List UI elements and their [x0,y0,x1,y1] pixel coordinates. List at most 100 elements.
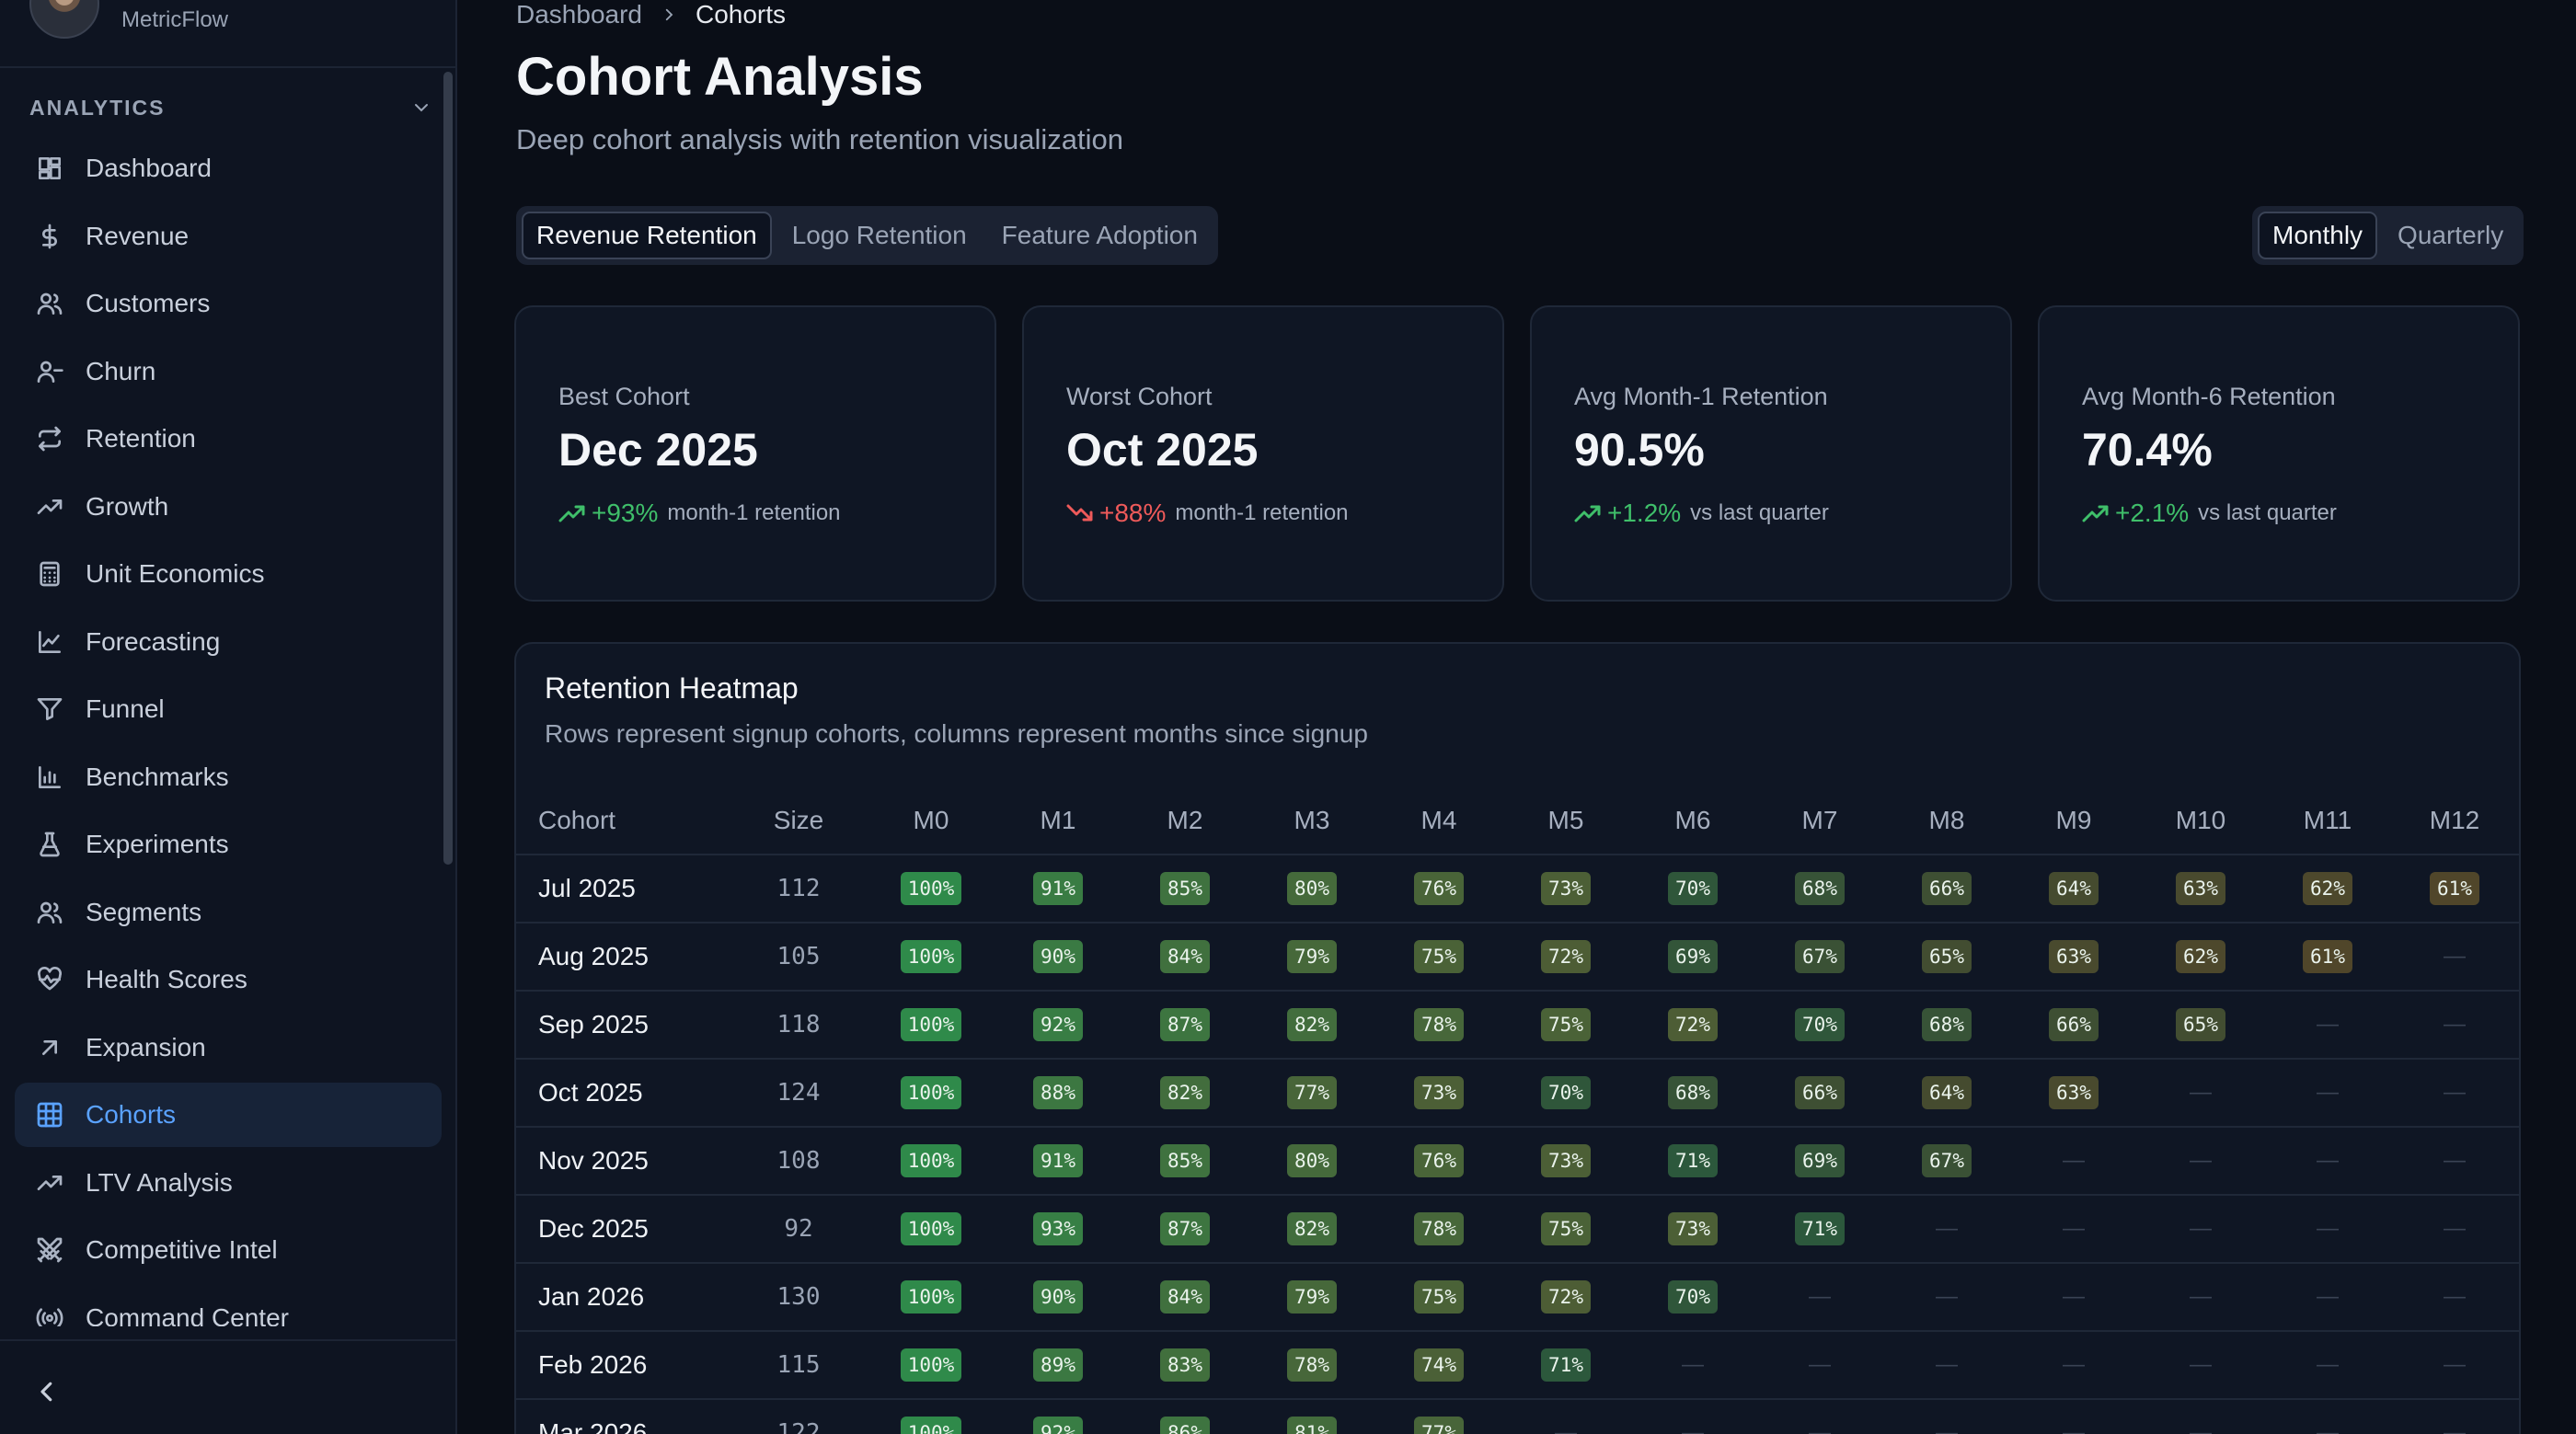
heatmap-cell[interactable]: — [1638,1332,1748,1398]
column-header[interactable]: M6 [1638,787,1748,854]
heatmap-cell[interactable]: — [1892,1264,2002,1330]
heatmap-cell[interactable]: — [1765,1264,1875,1330]
sidebar-item-cohorts[interactable]: Cohorts [15,1083,442,1147]
table-row[interactable]: Nov 2025 108 100% 91% 85% 80% 76% 73% 71% 69% 67% —… [516,1128,2519,1196]
heatmap-cell[interactable]: — [1892,1400,2002,1434]
heatmap-cell[interactable]: 82% [1257,992,1367,1058]
heatmap-cell[interactable]: 85% [1130,1128,1240,1194]
heatmap-cell[interactable]: 62% [2272,855,2383,922]
sidebar-item-growth[interactable]: Growth [15,475,442,539]
heatmap-cell[interactable]: — [2145,1332,2256,1398]
sidebar-item-revenue[interactable]: Revenue [15,204,442,269]
heatmap-cell[interactable]: 71% [1511,1332,1621,1398]
heatmap-cell[interactable]: — [2145,1400,2256,1434]
heatmap-cell[interactable]: 66% [2018,992,2129,1058]
sidebar-item-competitive-intel[interactable]: Competitive Intel [15,1218,442,1282]
sidebar-item-experiments[interactable]: Experiments [15,812,442,877]
sidebar-item-dashboard[interactable]: Dashboard [15,136,442,201]
heatmap-cell[interactable]: 87% [1130,992,1240,1058]
table-row[interactable]: Mar 2026 122 100% 92% 86% 81% 77% — — — — — — — — [516,1400,2519,1434]
breadcrumb-parent[interactable]: Dashboard [516,0,642,29]
heatmap-cell[interactable]: 68% [1765,855,1875,922]
column-header[interactable]: M7 [1765,787,1875,854]
heatmap-cell[interactable]: — [1765,1400,1875,1434]
heatmap-cell[interactable]: — [2018,1332,2129,1398]
column-header[interactable]: M11 [2272,787,2383,854]
heatmap-cell[interactable]: 87% [1130,1196,1240,1262]
column-header[interactable]: M0 [876,787,986,854]
heatmap-cell[interactable]: 92% [1003,992,1113,1058]
heatmap-cell[interactable]: 65% [2145,992,2256,1058]
column-header[interactable]: M3 [1257,787,1367,854]
tab-feature-adoption[interactable]: Feature Adoption [987,212,1213,259]
heatmap-cell[interactable]: 72% [1638,992,1748,1058]
heatmap-cell[interactable]: 67% [1765,923,1875,990]
sidebar-item-churn[interactable]: Churn [15,339,442,404]
heatmap-cell[interactable]: 89% [1003,1332,1113,1398]
table-row[interactable]: Dec 2025 92 100% 93% 87% 82% 78% 75% 73% 71% — — — — — [516,1196,2519,1264]
table-row[interactable]: Jan 2026 130 100% 90% 84% 79% 75% 72% 70% — — — — — — [516,1264,2519,1332]
heatmap-cell[interactable]: 70% [1638,1264,1748,1330]
heatmap-cell[interactable]: 100% [876,992,986,1058]
heatmap-cell[interactable]: — [2399,992,2510,1058]
column-header[interactable]: M9 [2018,787,2129,854]
analytics-section-header[interactable]: ANALYTICS [29,94,432,121]
heatmap-cell[interactable]: 74% [1384,1332,1494,1398]
heatmap-cell[interactable]: 100% [876,855,986,922]
heatmap-cell[interactable]: 72% [1511,1264,1621,1330]
heatmap-cell[interactable]: — [1511,1400,1621,1434]
table-row[interactable]: Jul 2025 112 100% 91% 85% 80% 76% 73% 70% 68% 66% 6… [516,855,2519,923]
column-header[interactable]: Cohort [538,787,722,854]
heatmap-cell[interactable]: 71% [1765,1196,1875,1262]
column-header[interactable]: M1 [1003,787,1113,854]
heatmap-cell[interactable]: — [2018,1196,2129,1262]
heatmap-cell[interactable]: 82% [1257,1196,1367,1262]
heatmap-cell[interactable]: 84% [1130,1264,1240,1330]
heatmap-cell[interactable]: — [1638,1400,1748,1434]
heatmap-cell[interactable]: — [1765,1332,1875,1398]
column-header[interactable]: M5 [1511,787,1621,854]
heatmap-cell[interactable]: — [2272,1060,2383,1126]
heatmap-cell[interactable]: 76% [1384,1128,1494,1194]
heatmap-cell[interactable]: 70% [1638,855,1748,922]
heatmap-cell[interactable]: — [2399,923,2510,990]
heatmap-cell[interactable]: 75% [1384,923,1494,990]
collapse-sidebar-icon[interactable] [33,1378,61,1405]
heatmap-cell[interactable]: — [2145,1264,2256,1330]
table-row[interactable]: Oct 2025 124 100% 88% 82% 77% 73% 70% 68% 66% 64% 6… [516,1060,2519,1128]
sidebar-item-forecasting[interactable]: Forecasting [15,610,442,674]
heatmap-cell[interactable]: 64% [1892,1060,2002,1126]
heatmap-cell[interactable]: — [2272,992,2383,1058]
heatmap-cell[interactable]: 85% [1130,855,1240,922]
heatmap-cell[interactable]: — [2018,1400,2129,1434]
heatmap-cell[interactable]: 76% [1384,855,1494,922]
heatmap-cell[interactable]: 88% [1003,1060,1113,1126]
column-header[interactable]: M8 [1892,787,2002,854]
heatmap-cell[interactable]: 69% [1765,1128,1875,1194]
heatmap-cell[interactable]: 100% [876,1264,986,1330]
heatmap-cell[interactable]: 93% [1003,1196,1113,1262]
column-header[interactable]: Size [743,787,854,854]
heatmap-cell[interactable]: 63% [2018,1060,2129,1126]
heatmap-cell[interactable]: — [2272,1128,2383,1194]
heatmap-cell[interactable]: 61% [2399,855,2510,922]
heatmap-cell[interactable]: 67% [1892,1128,2002,1194]
heatmap-cell[interactable]: 72% [1511,923,1621,990]
heatmap-cell[interactable]: 73% [1511,855,1621,922]
heatmap-cell[interactable]: 84% [1130,923,1240,990]
heatmap-cell[interactable]: 70% [1511,1060,1621,1126]
heatmap-cell[interactable]: — [1892,1196,2002,1262]
heatmap-cell[interactable]: 100% [876,1400,986,1434]
heatmap-cell[interactable]: 63% [2145,855,2256,922]
period-quarterly-button[interactable]: Quarterly [2383,212,2518,259]
heatmap-cell[interactable]: — [2272,1196,2383,1262]
heatmap-cell[interactable]: 75% [1511,992,1621,1058]
heatmap-cell[interactable]: 68% [1892,992,2002,1058]
heatmap-cell[interactable]: — [2399,1400,2510,1434]
heatmap-cell[interactable]: 83% [1130,1332,1240,1398]
heatmap-cell[interactable]: 78% [1384,1196,1494,1262]
table-row[interactable]: Aug 2025 105 100% 90% 84% 79% 75% 72% 69% 67% 65% 6… [516,923,2519,992]
heatmap-cell[interactable]: 77% [1384,1400,1494,1434]
heatmap-cell[interactable]: 91% [1003,1128,1113,1194]
sidebar-item-unit-economics[interactable]: Unit Economics [15,542,442,606]
